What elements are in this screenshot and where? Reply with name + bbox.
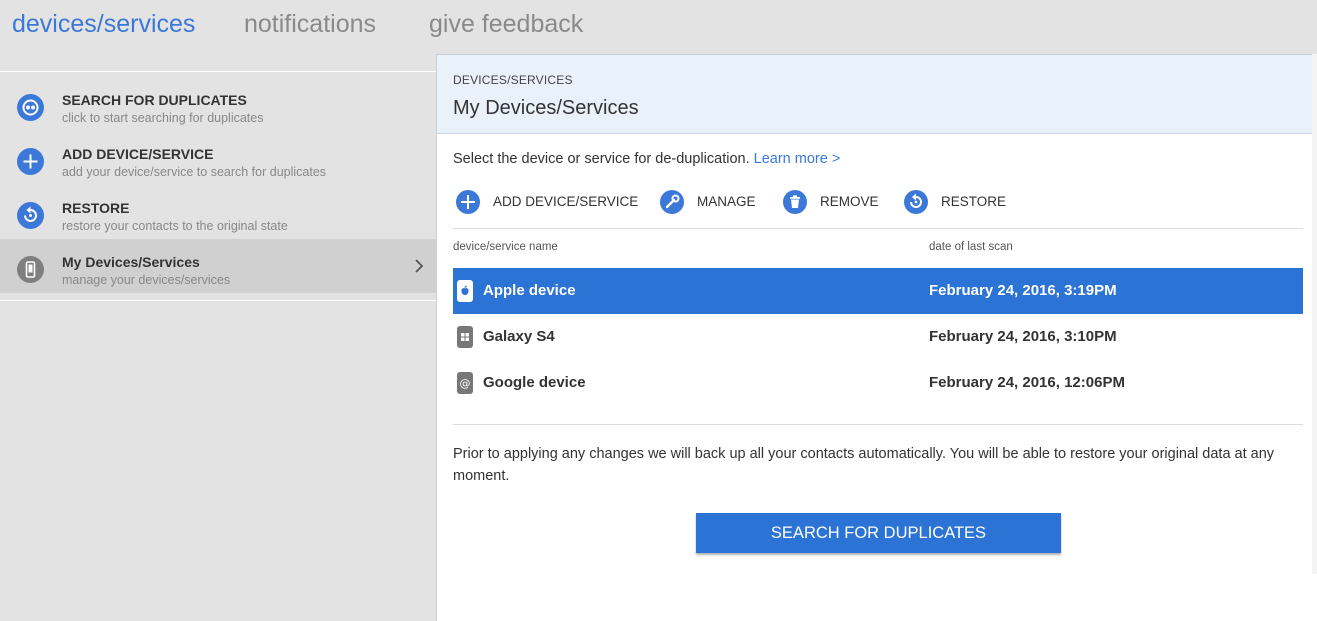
sidebar-item-subtitle: add your device/service to search for du… [62, 165, 327, 179]
sidebar-item-search-duplicates[interactable]: SEARCH FOR DUPLICATES click to start sea… [0, 77, 436, 131]
sidebar-item-title: SEARCH FOR DUPLICATES [62, 92, 247, 108]
top-navigation: devices/services notifications give feed… [0, 0, 1317, 54]
search-duplicates-icon [17, 94, 44, 121]
sidebar-item-title: RESTORE [62, 200, 130, 216]
column-header-date[interactable]: date of last scan [929, 241, 1013, 253]
tab-give-feedback[interactable]: give feedback [429, 10, 583, 39]
chevron-right-icon [410, 257, 428, 275]
manage-label: MANAGE [697, 194, 756, 209]
trash-icon [783, 190, 807, 214]
table-row[interactable]: @ Google device February 24, 2016, 12:06… [453, 360, 1303, 406]
table-row[interactable]: Galaxy S4 February 24, 2016, 3:10PM [453, 314, 1303, 360]
sidebar-item-title: ADD DEVICE/SERVICE [62, 146, 214, 162]
windows-icon [457, 326, 473, 348]
plus-icon [17, 148, 44, 175]
restore-icon [17, 202, 44, 229]
divider [453, 424, 1303, 425]
at-sign-icon: @ [457, 372, 473, 394]
table-row[interactable]: Apple device February 24, 2016, 3:19PM [453, 268, 1303, 314]
column-header-name[interactable]: device/service name [453, 241, 558, 253]
device-name: Apple device [483, 282, 576, 299]
device-name: Galaxy S4 [483, 328, 555, 345]
backup-note: Prior to applying any changes we will ba… [453, 446, 1275, 484]
page-title: My Devices/Services [453, 97, 639, 119]
search-duplicates-button[interactable]: SEARCH FOR DUPLICATES [696, 513, 1061, 553]
divider [453, 228, 1303, 229]
device-name: Google device [483, 374, 586, 391]
sidebar-item-subtitle: manage your devices/services [62, 273, 231, 287]
learn-more-link[interactable]: Learn more > [754, 151, 841, 167]
sidebar: SEARCH FOR DUPLICATES click to start sea… [0, 71, 436, 301]
sidebar-item-subtitle: click to start searching for duplicates [62, 111, 264, 125]
last-scan-date: February 24, 2016, 12:06PM [929, 374, 1125, 391]
breadcrumb: DEVICES/SERVICES [453, 73, 573, 87]
last-scan-date: February 24, 2016, 3:19PM [929, 282, 1117, 299]
sidebar-item-add-device[interactable]: ADD DEVICE/SERVICE add your device/servi… [0, 131, 436, 185]
add-device-label: ADD DEVICE/SERVICE [493, 194, 639, 209]
last-scan-date: February 24, 2016, 3:10PM [929, 328, 1117, 345]
plus-icon [456, 190, 480, 214]
sidebar-item-my-devices[interactable]: My Devices/Services manage your devices/… [0, 239, 436, 293]
apple-icon [457, 280, 473, 302]
remove-label: REMOVE [820, 194, 879, 209]
wrench-icon [660, 190, 684, 214]
intro-text: Select the device or service for de-dupl… [453, 151, 840, 167]
toolbar: ADD DEVICE/SERVICE MANAGE REMOVE RESTORE [453, 187, 1313, 217]
restore-label: RESTORE [941, 194, 1007, 209]
tab-notifications[interactable]: notifications [244, 10, 376, 39]
restore-icon [904, 190, 928, 214]
scrollbar[interactable] [1312, 54, 1317, 574]
main-panel: DEVICES/SERVICES My Devices/Services Sel… [436, 54, 1317, 621]
sidebar-item-title: My Devices/Services [62, 254, 200, 270]
panel-header: DEVICES/SERVICES My Devices/Services [437, 55, 1317, 134]
tab-devices-services[interactable]: devices/services [12, 10, 195, 39]
sidebar-item-subtitle: restore your contacts to the original st… [62, 219, 288, 233]
intro-label: Select the device or service for de-dupl… [453, 151, 750, 167]
phone-icon [17, 256, 44, 283]
sidebar-item-restore[interactable]: RESTORE restore your contacts to the ori… [0, 185, 436, 239]
svg-text:@: @ [460, 377, 471, 390]
